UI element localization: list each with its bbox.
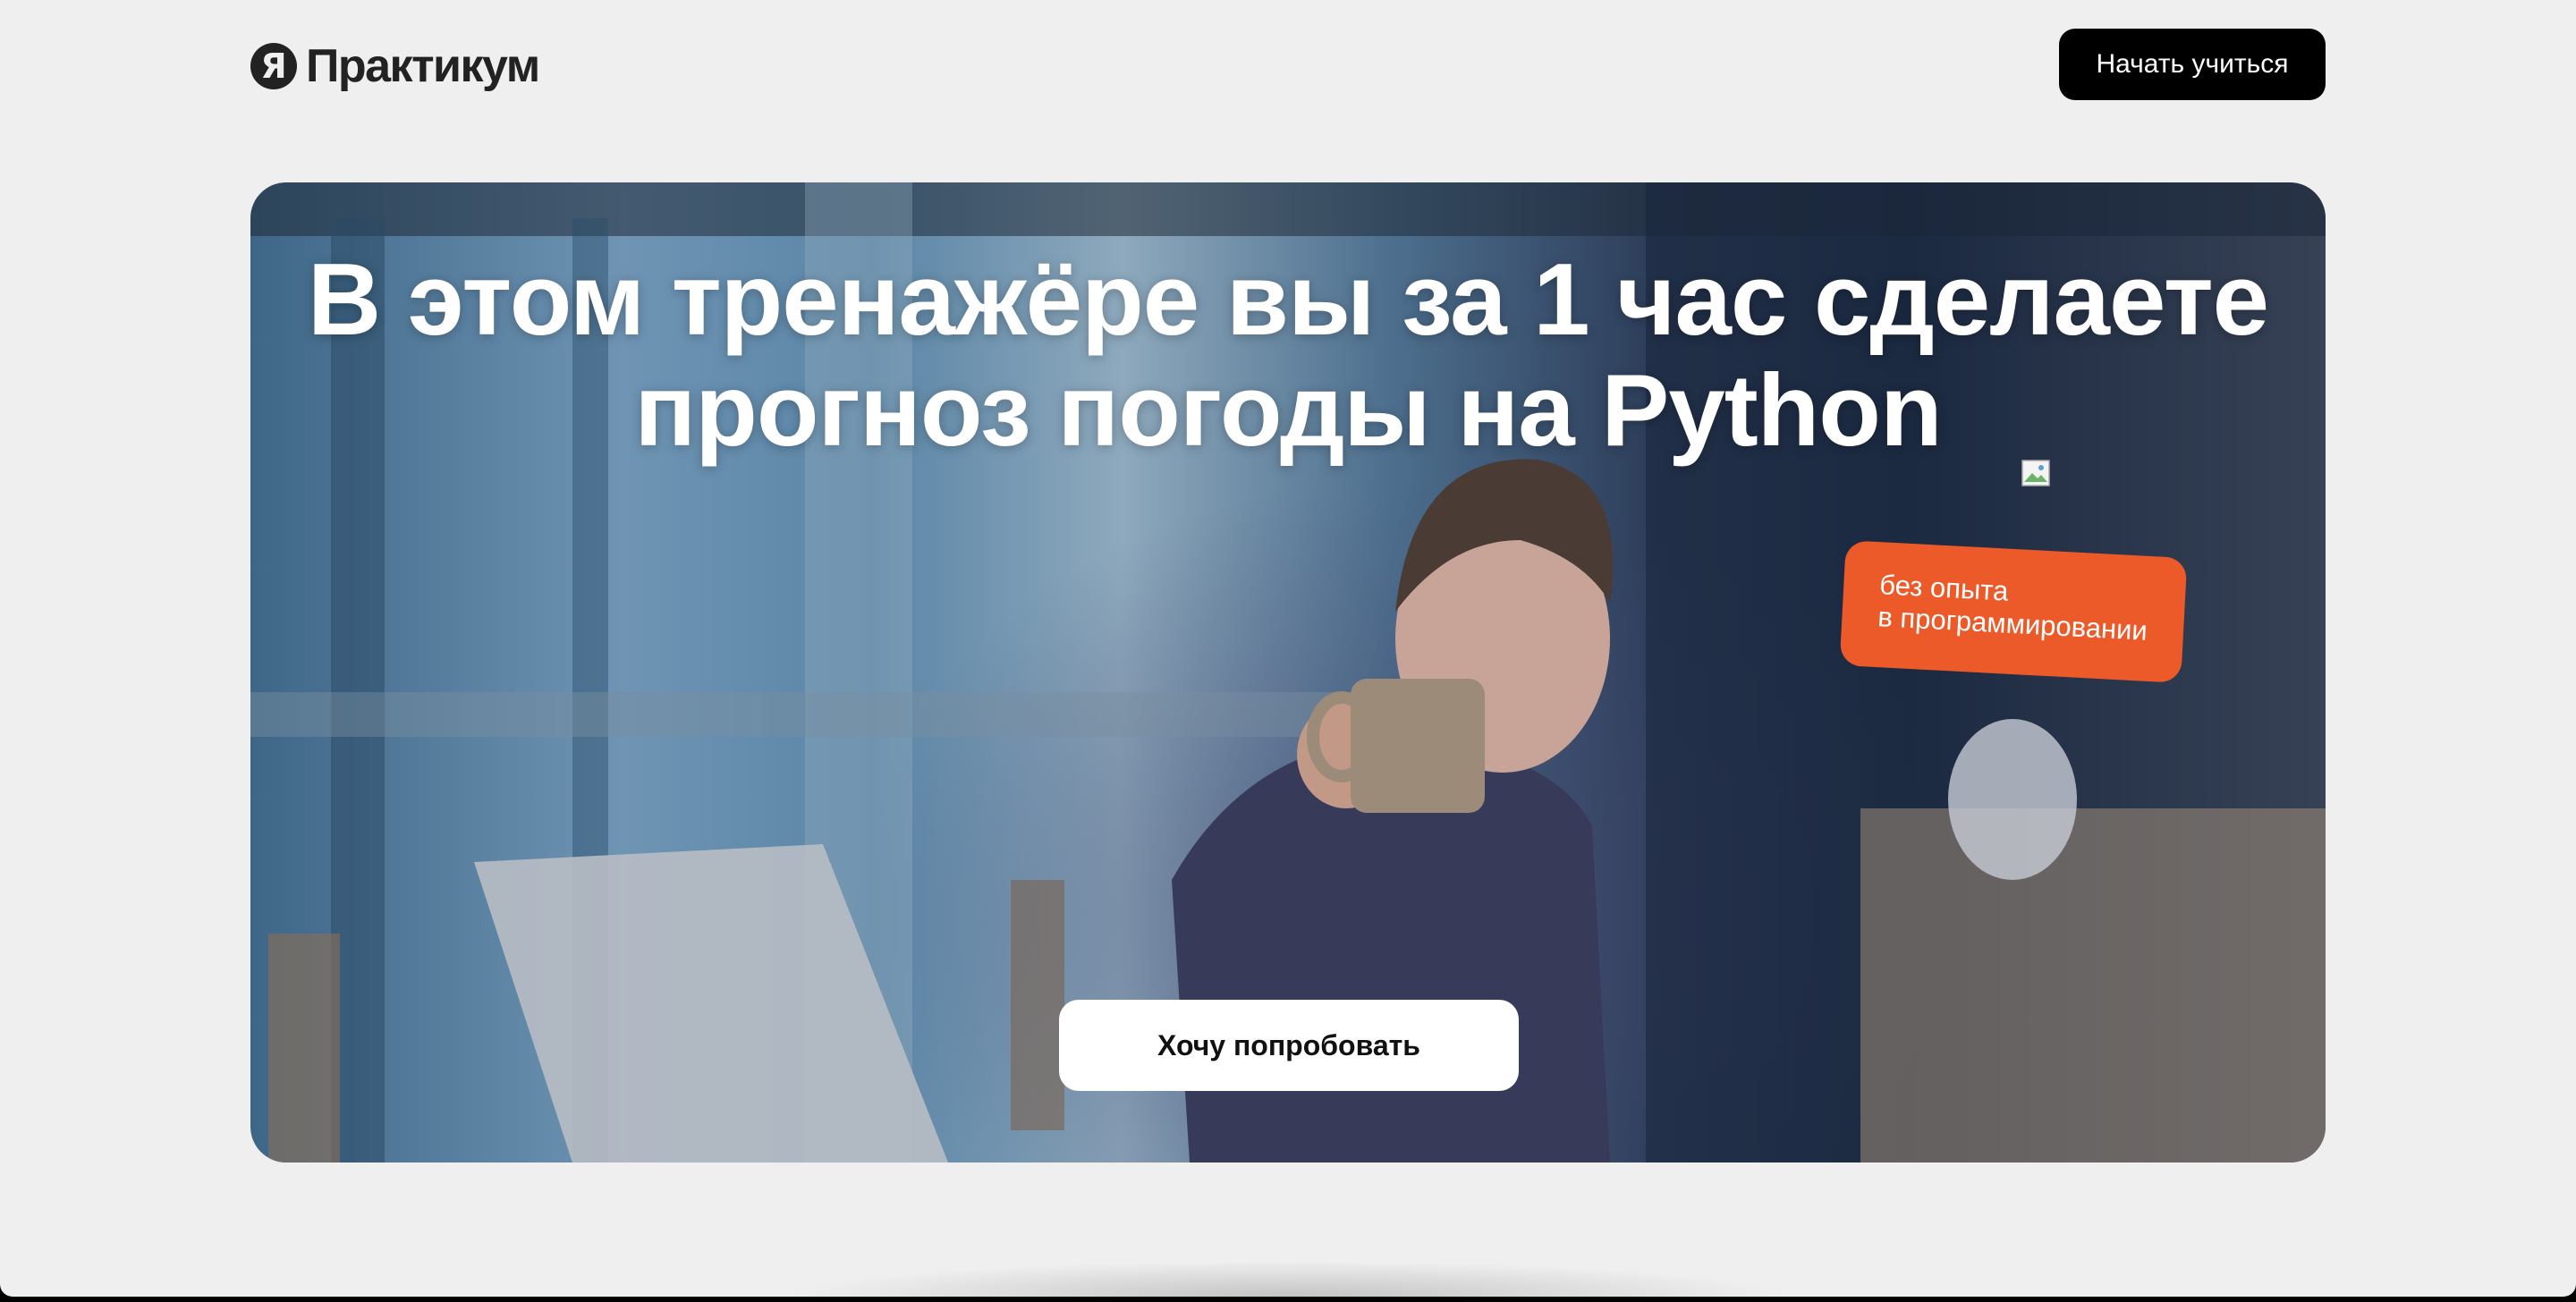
landing-page: Я Практикум Начать учиться В этом тренаж… — [0, 0, 2576, 1297]
start-learning-button[interactable]: Начать учиться — [2059, 29, 2326, 100]
next-section-shadow — [787, 1252, 1789, 1297]
yandex-ya-icon: Я — [250, 43, 297, 89]
try-it-button[interactable]: Хочу попробовать — [1059, 1000, 1519, 1091]
hero-title-line-1: В этом тренажёре вы за 1 час сделаете — [307, 243, 2269, 357]
no-experience-badge: без опыта в программировании — [1839, 540, 2188, 683]
hero-title-line-2: прогноз погоды на Python — [634, 354, 1942, 468]
hero-title: В этом тренажёре вы за 1 час сделаете пр… — [250, 245, 2326, 467]
logo-text: Практикум — [306, 40, 540, 92]
broken-image-icon — [2021, 460, 2050, 486]
hero-banner: В этом тренажёре вы за 1 час сделаете пр… — [250, 182, 2326, 1162]
praktikum-logo[interactable]: Я Практикум — [250, 39, 540, 93]
